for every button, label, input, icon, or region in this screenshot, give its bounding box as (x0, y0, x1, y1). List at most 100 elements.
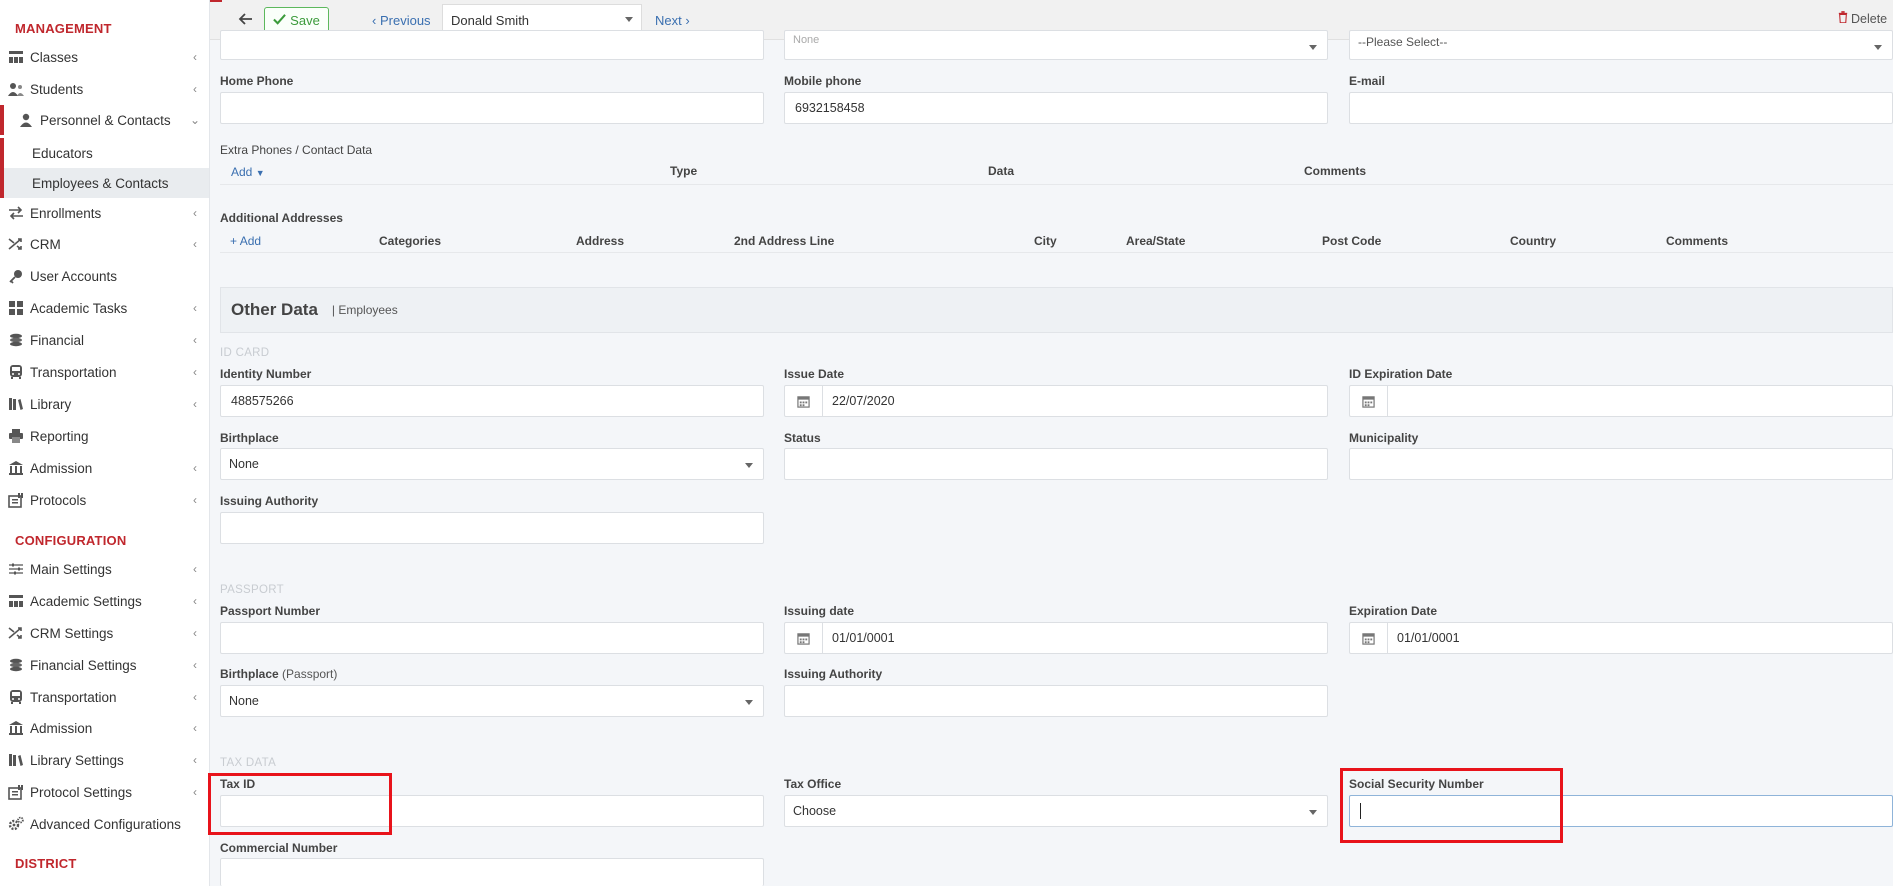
delete-button[interactable]: Delete (1838, 11, 1887, 26)
sidebar-item-financial-settings[interactable]: Financial Settings ‹ (0, 650, 209, 680)
previous-link[interactable]: ‹ Previous (372, 13, 431, 28)
passport-number-label: Passport Number (220, 604, 321, 618)
addresses-col-country: Country (1510, 234, 1556, 248)
sidebar-item-admission[interactable]: Admission ‹ (0, 453, 209, 483)
birthplace-select[interactable]: None (220, 448, 764, 480)
sidebar-item-protocol-settings[interactable]: Protocol Settings ‹ (0, 777, 209, 807)
issuing-date-input[interactable]: 01/01/0001 (784, 622, 1328, 654)
sidebar-item-label: Library (30, 396, 72, 412)
calendar-icon[interactable] (1350, 386, 1388, 416)
id-expiration-input[interactable] (1349, 385, 1893, 417)
sidebar-item-crm-settings[interactable]: CRM Settings ‹ (0, 618, 209, 648)
sidebar-item-label: Financial Settings (30, 657, 137, 673)
passport-issuing-authority-input[interactable] (784, 685, 1328, 717)
extra-phones-add-label: Add (231, 165, 253, 179)
sidebar-item-academic-settings[interactable]: Academic Settings ‹ (0, 586, 209, 616)
issue-date-input[interactable]: 22/07/2020 (784, 385, 1328, 417)
sidebar-item-label: Enrollments (30, 205, 102, 221)
top-left-input[interactable] (220, 30, 764, 60)
sidebar-item-transportation[interactable]: Transportation ‹ (0, 357, 209, 387)
delete-label: Delete (1851, 11, 1888, 26)
home-phone-label: Home Phone (220, 74, 294, 88)
top-middle-select[interactable]: None (784, 30, 1328, 60)
mobile-phone-label: Mobile phone (784, 74, 862, 88)
next-link-label: Next (655, 13, 682, 28)
caret-down-icon (625, 17, 633, 22)
chevron-left-icon: ‹ (193, 562, 197, 576)
sidebar-subitem-educators[interactable]: Educators (0, 138, 209, 168)
identity-number-input[interactable]: 488575266 (220, 385, 764, 417)
home-phone-input[interactable] (220, 92, 764, 124)
email-label: E-mail (1349, 74, 1386, 88)
addresses-add-button[interactable]: + Add (230, 234, 261, 248)
sidebar-item-label: Advanced Configurations (30, 816, 181, 832)
sidebar-item-protocols[interactable]: Protocols ‹ (0, 485, 209, 515)
books-icon (7, 752, 25, 768)
next-link[interactable]: Next › (655, 13, 690, 28)
calendar-icon[interactable] (785, 386, 823, 416)
chevron-left-icon: ‹ (193, 461, 197, 475)
addresses-col-city: City (1034, 234, 1057, 248)
sidebar-subitem-employees-contacts[interactable]: Employees & Contacts (0, 168, 209, 198)
issuing-authority-input[interactable] (220, 512, 764, 544)
chevron-left-icon: ‹ (193, 333, 197, 347)
sidebar-item-academic-tasks[interactable]: Academic Tasks ‹ (0, 293, 209, 323)
tax-office-label: Tax Office (784, 777, 842, 791)
other-data-title: Other Data (231, 300, 318, 319)
issue-date-value: 22/07/2020 (832, 394, 895, 408)
chevron-left-icon: ‹ (372, 13, 377, 28)
municipality-input[interactable] (1349, 448, 1893, 480)
passport-number-input[interactable] (220, 622, 764, 654)
sidebar-item-crm[interactable]: CRM ‹ (0, 229, 209, 259)
commercial-number-input[interactable] (220, 858, 764, 886)
trash-icon (1838, 11, 1848, 26)
calendar-icon[interactable] (785, 623, 823, 653)
sidebar-item-reporting[interactable]: Reporting (0, 421, 209, 451)
sidebar-item-transportation-settings[interactable]: Transportation ‹ (0, 682, 209, 712)
shuffle-icon (7, 625, 25, 641)
sidebar-item-library[interactable]: Library ‹ (0, 389, 209, 419)
mobile-phone-input[interactable]: 6932158458 (784, 92, 1328, 124)
extra-phones-add-button[interactable]: Add ▼ (231, 165, 265, 179)
sidebar-item-label: Academic Settings (30, 593, 142, 609)
commercial-number-label: Commercial Number (220, 841, 338, 855)
institution-icon (7, 720, 25, 736)
highlight-box-tax-id (208, 773, 392, 835)
sidebar-item-main-settings[interactable]: Main Settings ‹ (0, 554, 209, 584)
other-data-header: Other Data | Employees (220, 287, 1893, 333)
sidebar-item-classes[interactable]: Classes ‹ (0, 42, 209, 72)
passport-birthplace-select[interactable]: None (220, 685, 764, 717)
email-input[interactable] (1349, 92, 1893, 124)
sidebar-item-label: User Accounts (30, 268, 118, 284)
chevron-left-icon: ‹ (193, 82, 197, 96)
sidebar-item-user-accounts[interactable]: User Accounts (0, 261, 209, 291)
sidebar-item-admission-settings[interactable]: Admission ‹ (0, 713, 209, 743)
sidebar-item-advanced-configurations[interactable]: Advanced Configurations (0, 809, 209, 839)
students-icon (7, 81, 25, 97)
app-root: MANAGEMENT Classes ‹ Students ‹ Personne… (0, 0, 1893, 886)
sidebar-item-label: Protocols (30, 492, 87, 508)
addresses-add-label: Add (239, 234, 262, 248)
chevron-left-icon: ‹ (193, 237, 197, 251)
sidebar-item-label: Library Settings (30, 752, 124, 768)
previous-link-label: Previous (379, 13, 431, 28)
grid-icon (7, 300, 25, 316)
sidebar-item-enrollments[interactable]: Enrollments ‹ (0, 198, 209, 228)
arrows-icon (7, 205, 25, 221)
sidebar-item-personnel-contacts[interactable]: Personnel & Contacts ⌄ (0, 105, 209, 135)
expiration-date-input[interactable]: 01/01/0001 (1349, 622, 1893, 654)
sidebar-item-label: Students (30, 81, 84, 97)
id-expiration-label: ID Expiration Date (1349, 367, 1453, 381)
sidebar-item-financial[interactable]: Financial ‹ (0, 325, 209, 355)
back-arrow-icon[interactable] (238, 11, 258, 29)
chevron-left-icon: ‹ (193, 493, 197, 507)
top-right-select[interactable]: --Please Select-- (1349, 30, 1893, 60)
save-button-label: Save (290, 13, 320, 28)
tax-office-select[interactable]: Choose (784, 795, 1328, 827)
status-input[interactable] (784, 448, 1328, 480)
extra-phones-col-type: Type (670, 164, 698, 178)
chevron-left-icon: ‹ (193, 721, 197, 735)
sidebar-item-students[interactable]: Students ‹ (0, 74, 209, 104)
calendar-icon[interactable] (1350, 623, 1388, 653)
sidebar-item-library-settings[interactable]: Library Settings ‹ (0, 745, 209, 775)
